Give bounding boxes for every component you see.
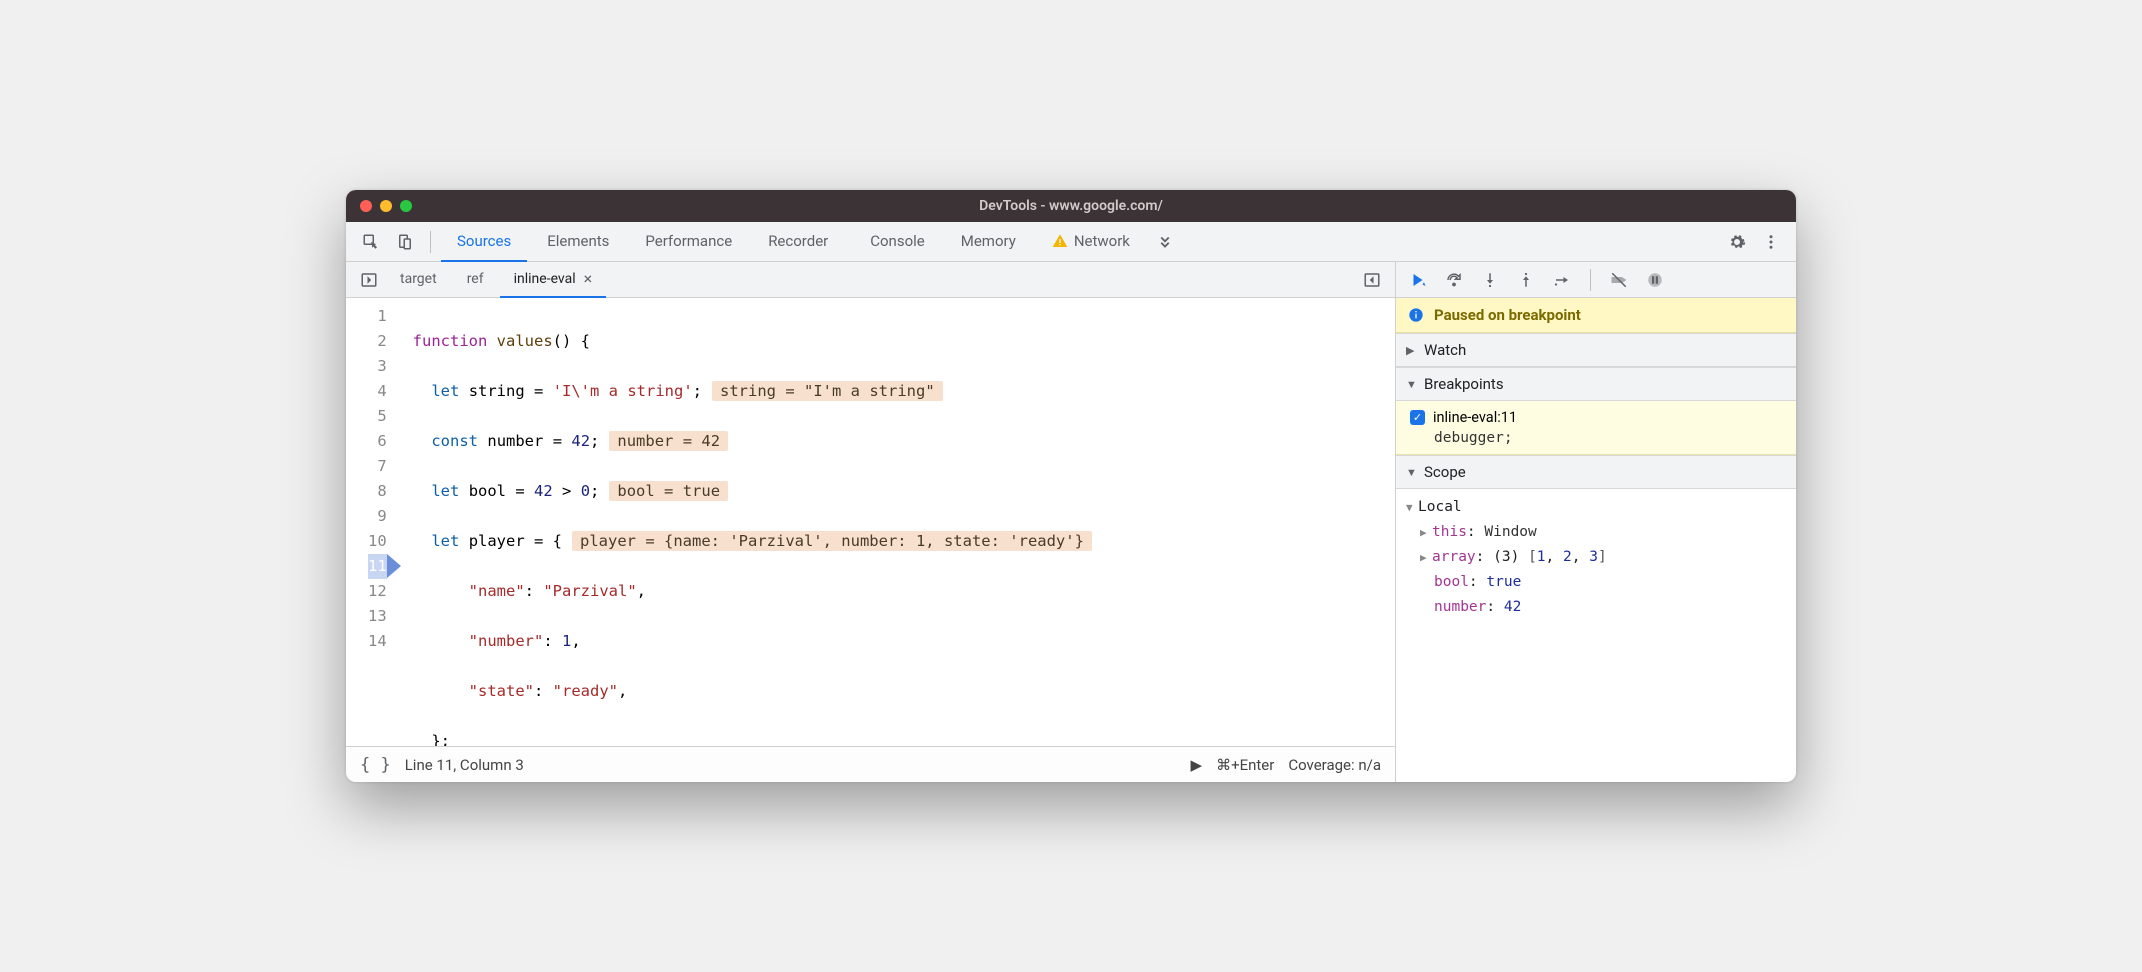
scope-label: Scope [1424,463,1466,481]
close-window-button[interactable] [360,200,372,212]
divider [1590,269,1591,291]
file-tab-ref[interactable]: ref [453,262,498,298]
line-number[interactable]: 8 [368,479,387,504]
breakpoint-location: inline-eval:11 [1433,409,1517,426]
breakpoint-code: debugger; [1434,430,1786,446]
tab-sources[interactable]: Sources [441,222,527,262]
watch-label: Watch [1424,341,1466,359]
line-number[interactable]: 6 [368,429,387,454]
scope-section-header[interactable]: ▼ Scope [1396,455,1796,489]
line-number[interactable]: 12 [368,579,387,604]
line-number[interactable]: 1 [368,304,387,329]
inline-value-hint: string = "I'm a string" [712,381,943,401]
scope-local[interactable]: ▼Local [1406,495,1786,520]
collapse-icon: ▶ [1406,344,1418,357]
line-number-current[interactable]: 11 [368,554,387,579]
line-number[interactable]: 7 [368,454,387,479]
code-body[interactable]: function values() { let string = 'I\'m a… [397,298,1395,746]
debugger-pane: Paused on breakpoint ▶ Watch ▼ Breakpoin… [1396,262,1796,782]
window-controls [360,200,412,212]
close-file-icon[interactable]: × [584,269,593,288]
inline-value-hint: bool = true [609,481,728,501]
more-tabs-icon[interactable] [1150,227,1180,257]
navigator-toggle-icon[interactable] [354,265,384,295]
inspect-element-icon[interactable] [356,227,386,257]
line-number[interactable]: 3 [368,354,387,379]
debugger-toolbar [1396,262,1796,298]
file-tabbar: target ref inline-eval × [346,262,1395,298]
editor-statusbar: { } Line 11, Column 3 ▶ ⌘+Enter Coverage… [346,746,1395,782]
tab-console[interactable]: Console [854,222,941,262]
tab-performance[interactable]: Performance [629,222,748,262]
scope-var-bool[interactable]: bool: true [1406,570,1786,595]
breakpoint-checkbox[interactable]: ✓ [1410,410,1425,425]
titlebar: DevTools - www.google.com/ [346,190,1796,222]
line-number[interactable]: 4 [368,379,387,404]
breakpoints-section-header[interactable]: ▼ Breakpoints [1396,367,1796,401]
execution-pointer-icon [387,554,401,578]
inline-value-hint: player = {name: 'Parzival', number: 1, s… [572,531,1092,551]
tab-elements[interactable]: Elements [531,222,625,262]
resume-icon[interactable] [1404,265,1432,295]
tab-network[interactable]: Network [1036,222,1146,262]
devtools-window: DevTools - www.google.com/ Sources Eleme… [346,190,1796,782]
content-area: target ref inline-eval × 1 2 3 4 [346,262,1796,782]
pretty-print-icon[interactable]: { } [360,755,391,775]
step-over-icon[interactable] [1440,265,1468,295]
warning-icon [1052,233,1068,249]
paused-label: Paused on breakpoint [1434,306,1581,324]
step-into-icon[interactable] [1476,265,1504,295]
expand-icon: ▼ [1406,378,1418,391]
minimize-window-button[interactable] [380,200,392,212]
tab-network-label: Network [1074,232,1130,250]
step-out-icon[interactable] [1512,265,1540,295]
breakpoints-label: Breakpoints [1424,375,1504,393]
coverage-label: Coverage: n/a [1288,756,1381,774]
line-number[interactable]: 5 [368,404,387,429]
file-tab-target[interactable]: target [386,262,451,298]
editor-pane: target ref inline-eval × 1 2 3 4 [346,262,1396,782]
run-snippet-icon[interactable]: ▶ [1191,756,1203,774]
line-number[interactable]: 9 [368,504,387,529]
deactivate-breakpoints-icon[interactable] [1605,265,1633,295]
kebab-menu-icon[interactable] [1756,227,1786,257]
info-icon [1408,307,1424,323]
watch-section-header[interactable]: ▶ Watch [1396,333,1796,367]
divider [430,231,431,253]
more-file-tabs-icon[interactable] [1357,265,1387,295]
run-shortcut-label: ⌘+Enter [1216,756,1274,774]
line-gutter: 1 2 3 4 5 6 7 8 9 10 11 12 13 14 [346,298,397,746]
panel-tabbar: Sources Elements Performance Recorder Co… [346,222,1796,262]
scope-body: ▼Local ▶this: Window ▶array: (3) [1, 2, … [1396,489,1796,626]
scope-var-this[interactable]: ▶this: Window [1406,520,1786,545]
settings-icon[interactable] [1722,227,1752,257]
pause-on-exceptions-icon[interactable] [1641,265,1669,295]
file-tab-label: inline-eval [514,271,576,287]
window-title: DevTools - www.google.com/ [346,198,1796,214]
expand-icon: ▼ [1406,466,1418,479]
line-number[interactable]: 14 [368,629,387,654]
inline-value-hint: number = 42 [609,431,728,451]
line-number[interactable]: 10 [368,529,387,554]
maximize-window-button[interactable] [400,200,412,212]
breakpoint-item[interactable]: ✓ inline-eval:11 debugger; [1396,401,1796,455]
cursor-position: Line 11, Column 3 [405,756,524,774]
scope-var-number[interactable]: number: 42 [1406,595,1786,620]
line-number[interactable]: 2 [368,329,387,354]
code-editor[interactable]: 1 2 3 4 5 6 7 8 9 10 11 12 13 14 functio… [346,298,1395,746]
line-number[interactable]: 13 [368,604,387,629]
scope-var-array[interactable]: ▶array: (3) [1, 2, 3] [1406,545,1786,570]
device-toggle-icon[interactable] [390,227,420,257]
file-tab-inline-eval[interactable]: inline-eval × [500,262,607,298]
paused-banner: Paused on breakpoint [1396,298,1796,333]
tab-recorder-label: Recorder [768,232,828,250]
tab-recorder[interactable]: Recorder [752,222,850,262]
tab-memory[interactable]: Memory [945,222,1032,262]
step-icon[interactable] [1548,265,1576,295]
